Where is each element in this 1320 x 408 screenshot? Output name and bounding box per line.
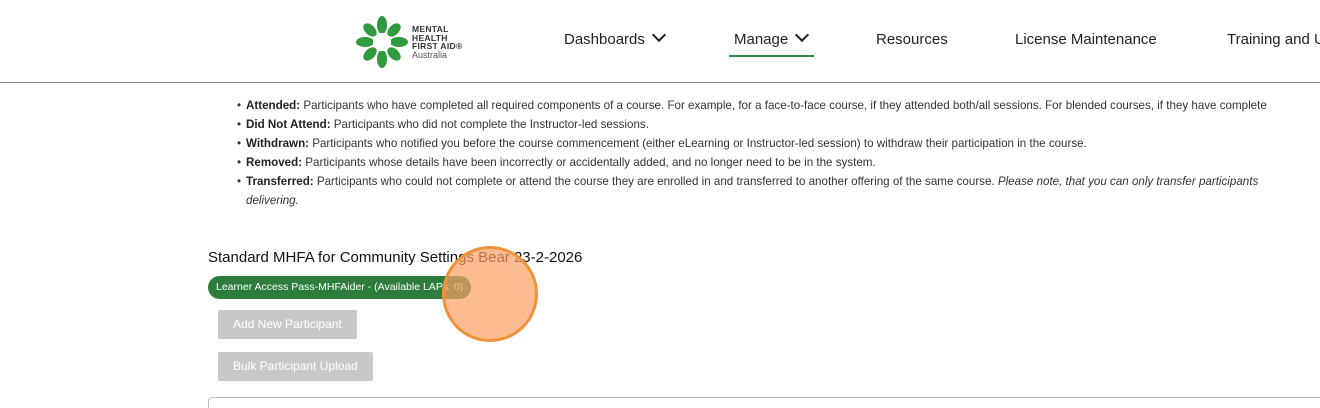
nav-dashboards-label: Dashboards [564, 31, 645, 48]
site-header: MENTAL HEALTH FIRST AID® Australia Dashb… [0, 0, 1320, 83]
chevron-down-icon [795, 27, 810, 43]
click-highlight-marker [442, 246, 538, 342]
status-term: Withdrawn: [246, 137, 310, 150]
bullet-icon: • [237, 156, 242, 169]
nav-manage[interactable]: Manage [734, 27, 810, 48]
list-item: • Did Not Attend: Participants who did n… [237, 115, 1320, 134]
status-description: Participants who notified you before the… [309, 137, 1087, 150]
bullet-icon: • [237, 137, 242, 150]
status-definitions: • Attended: Participants who have comple… [237, 96, 1320, 210]
add-new-participant-button[interactable]: Add New Participant [218, 310, 357, 339]
status-description: Participants whose details have been inc… [302, 156, 876, 169]
participants-panel [208, 397, 1320, 408]
status-term: Removed: [246, 156, 303, 169]
list-item: • Removed: Participants whose details ha… [237, 153, 1320, 172]
status-description: Participants who did not complete the In… [330, 118, 649, 131]
nav-active-indicator [729, 55, 814, 57]
list-item: • Transferred: Participants who could no… [237, 172, 1320, 191]
logo-text: MENTAL HEALTH FIRST AID® Australia [412, 25, 463, 59]
nav-manage-label: Manage [734, 31, 789, 48]
transfer-note-continued: delivering. [246, 194, 299, 207]
nav-dashboards[interactable]: Dashboards [564, 27, 666, 48]
mhfa-flower-icon [356, 16, 408, 68]
bullet-icon: • [237, 99, 242, 112]
status-term: Transferred: [246, 175, 314, 188]
lap-badge: Learner Access Pass-MHFAider - (Availabl… [208, 276, 472, 299]
mhfa-logo[interactable]: MENTAL HEALTH FIRST AID® Australia [356, 16, 466, 68]
list-item-continuation: delivering. [237, 191, 1320, 210]
bullet-icon: • [237, 175, 242, 188]
nav-license-maintenance[interactable]: License Maintenance [1015, 31, 1157, 48]
list-item: • Attended: Participants who have comple… [237, 96, 1320, 115]
status-term: Did Not Attend: [246, 118, 331, 131]
bulk-participant-upload-button[interactable]: Bulk Participant Upload [218, 352, 373, 381]
list-item: • Withdrawn: Participants who notified y… [237, 134, 1320, 153]
status-description: Participants who could not complete or a… [313, 175, 998, 188]
transfer-note: Please note, that you can only transfer … [997, 175, 1259, 188]
bullet-icon: • [237, 118, 242, 131]
chevron-down-icon [651, 27, 666, 43]
status-term: Attended: [246, 99, 301, 112]
nav-training[interactable]: Training and U [1227, 31, 1320, 48]
nav-resources[interactable]: Resources [876, 31, 948, 48]
logo-line: Australia [412, 49, 448, 60]
status-description: Participants who have completed all requ… [300, 99, 1267, 112]
